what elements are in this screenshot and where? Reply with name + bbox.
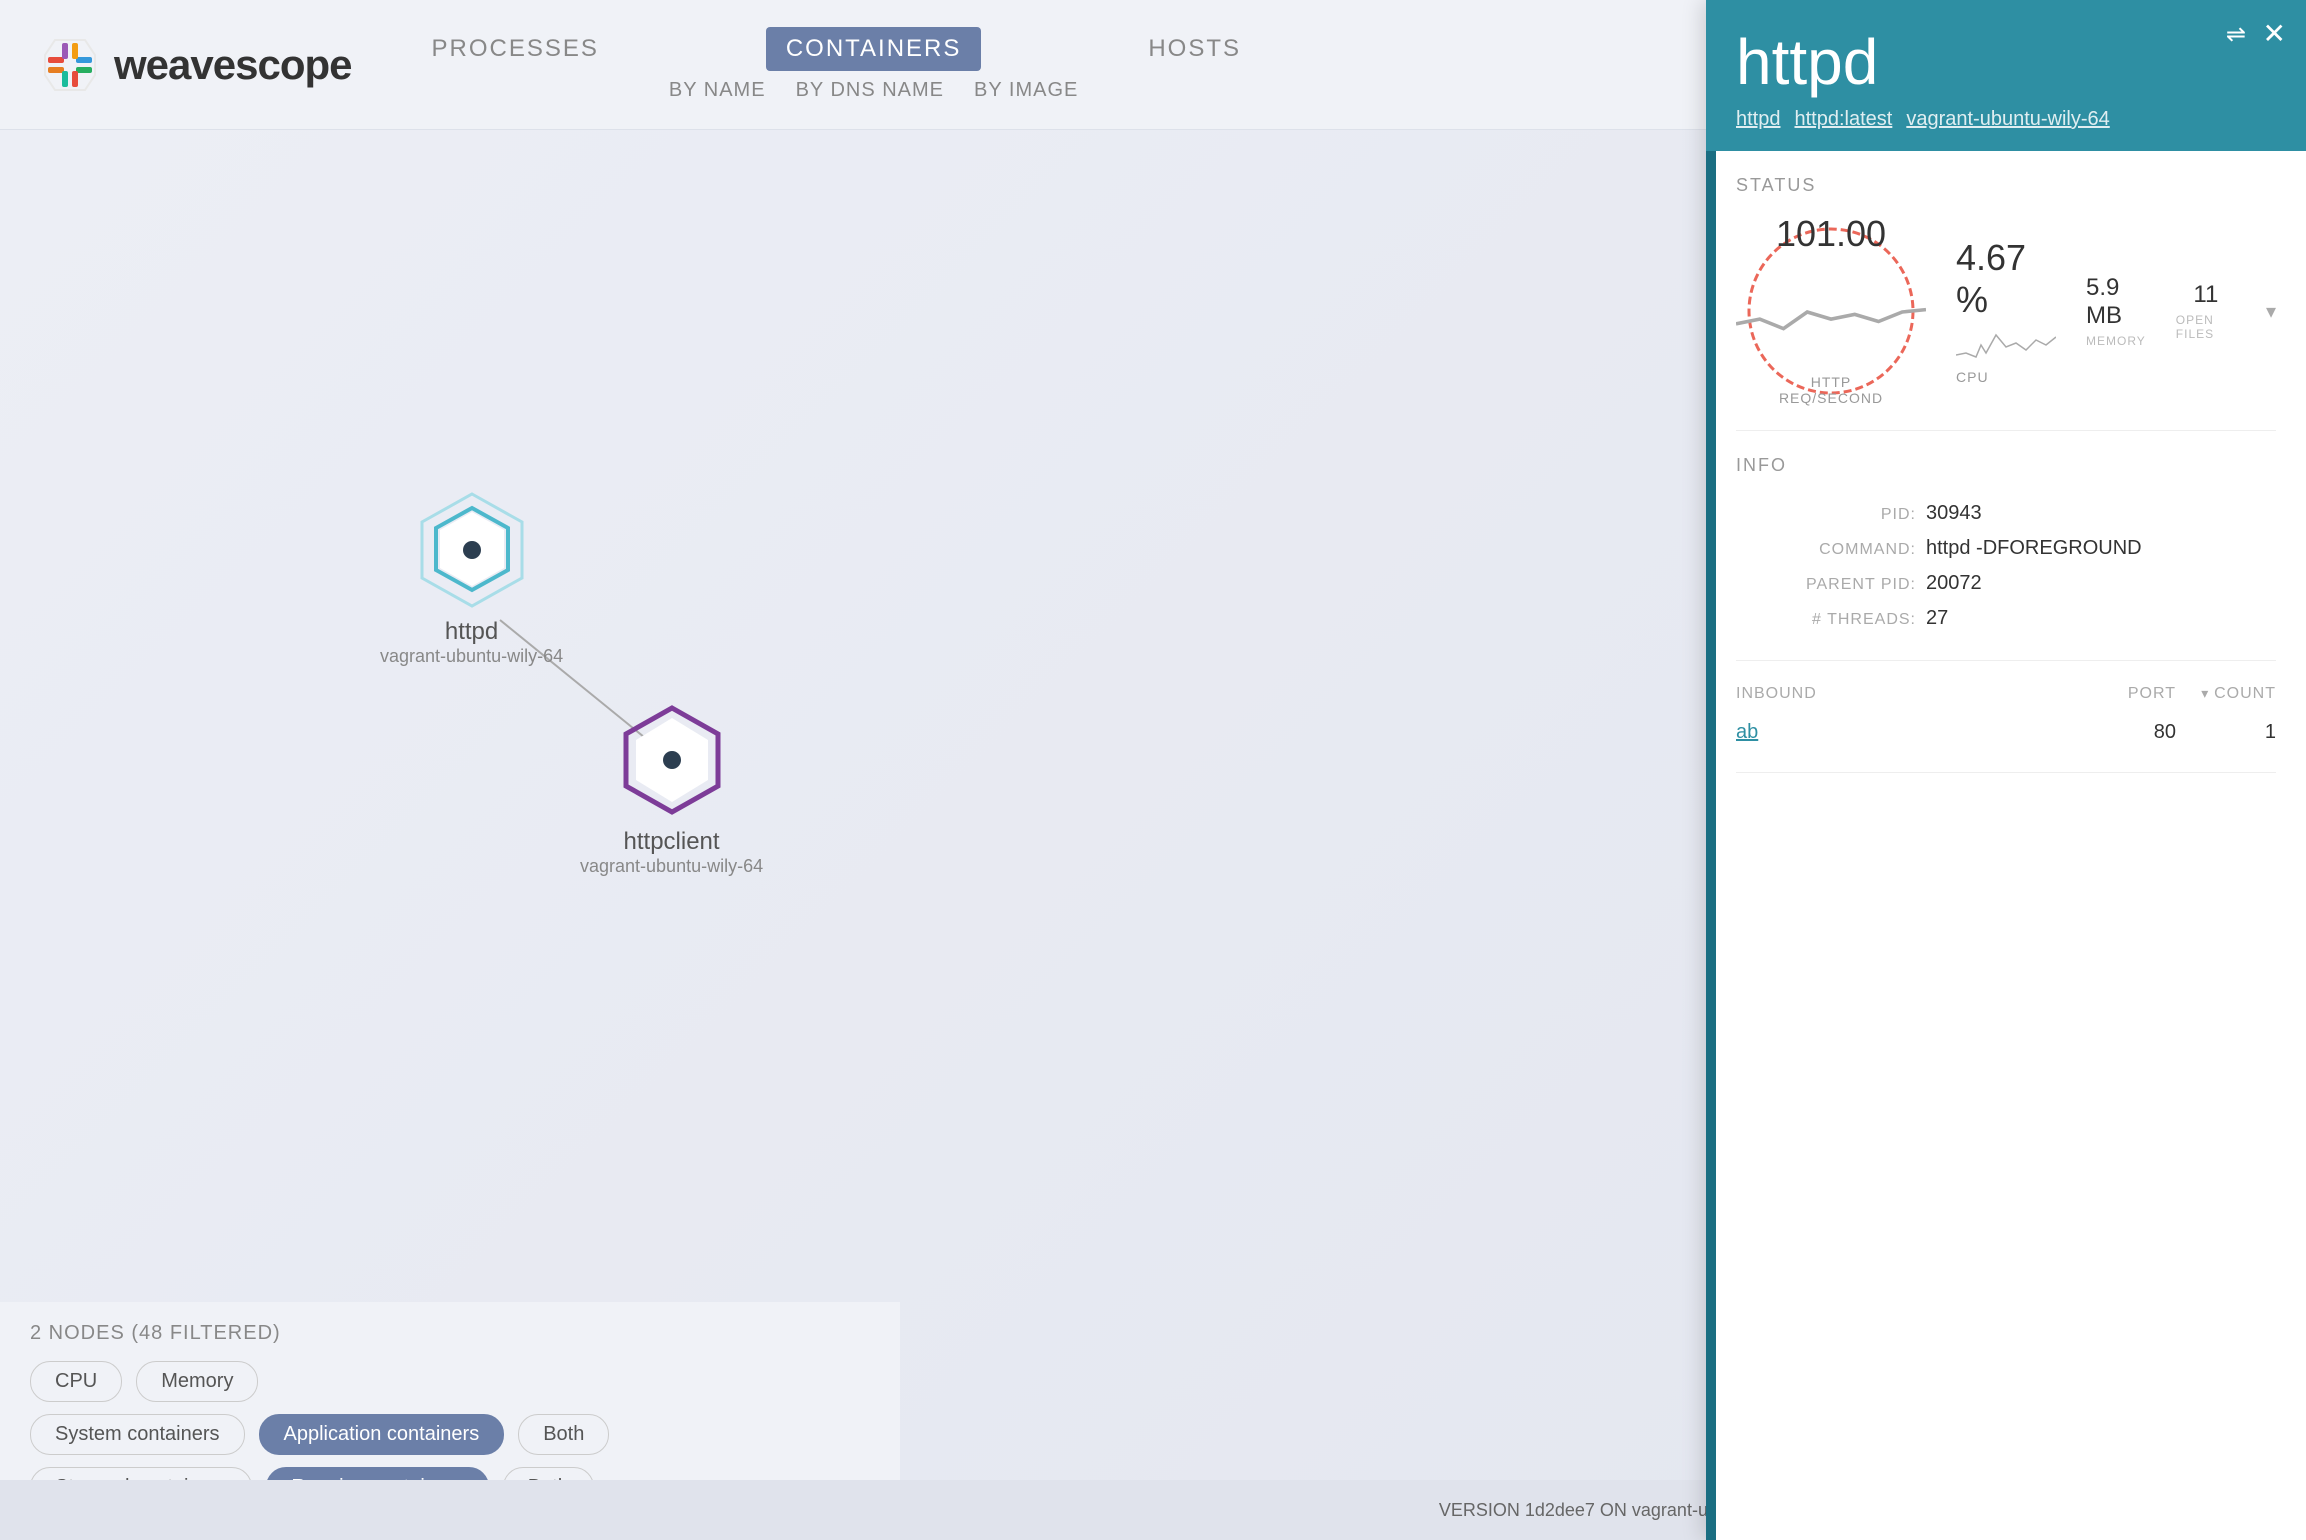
cpu-sparkline [1956, 325, 2056, 365]
info-section: INFO PID: 30943 COMMAND: httpd -DFOREGRO… [1736, 431, 2276, 661]
status-section: STATUS 101.00 [1736, 151, 2276, 431]
inbound-header: INBOUND PORT ▾ COUNT [1736, 685, 2276, 703]
port-label: PORT [2076, 685, 2176, 703]
pid-key: PID: [1736, 506, 1916, 524]
node-httpclient[interactable]: httpclient vagrant-ubuntu-wily-64 [580, 700, 763, 877]
inbound-label: INBOUND [1736, 685, 2076, 703]
open-files-label: OPEN FILES [2176, 313, 2236, 341]
panel-title: httpd [1736, 30, 2276, 94]
info-parent-pid-row: PARENT PID: 20072 [1736, 566, 2276, 601]
status-metrics: 101.00 HTTP REQ/SECOND 4.67 [1736, 216, 2276, 406]
httpclient-label: httpclient [624, 828, 720, 856]
panel-tag-httpd[interactable]: httpd [1736, 108, 1780, 131]
httpclient-sublabel: vagrant-ubuntu-wily-64 [580, 856, 763, 877]
inbound-row: ab 80 1 [1736, 717, 2276, 748]
inbound-section: INBOUND PORT ▾ COUNT ab 80 1 [1736, 661, 2276, 773]
filter-memory[interactable]: Memory [136, 1361, 258, 1402]
memory-label: MEMORY [2086, 334, 2146, 348]
panel-tags: httpd httpd:latest vagrant-ubuntu-wily-6… [1736, 108, 2276, 131]
panel-tag-httpd-latest[interactable]: httpd:latest [1794, 108, 1892, 131]
threads-value: 27 [1926, 607, 1948, 630]
filter-both-type[interactable]: Both [518, 1414, 609, 1455]
httpd-dot [463, 541, 481, 559]
httpd-hex[interactable] [412, 490, 532, 610]
nav-sub-by-dns[interactable]: BY DNS NAME [796, 79, 944, 102]
dropdown-arrow[interactable]: ▾ [2266, 299, 2276, 324]
info-label: INFO [1736, 455, 2276, 476]
cpu-metric: 4.67 % CPU [1956, 237, 2056, 385]
inbound-port: 80 [2076, 721, 2176, 744]
count-label: ▾ COUNT [2176, 685, 2276, 703]
info-threads-row: # THREADS: 27 [1736, 601, 2276, 636]
panel-accent [1706, 0, 1716, 1540]
detail-panel: httpd httpd httpd:latest vagrant-ubuntu-… [1706, 0, 2306, 1540]
info-table: PID: 30943 COMMAND: httpd -DFOREGROUND P… [1736, 496, 2276, 636]
nav-hosts[interactable]: HOSTS [1128, 27, 1261, 71]
status-label: STATUS [1736, 175, 2276, 196]
httpd-label: httpd [445, 618, 498, 646]
memory-metric: 5.9 MB MEMORY [2086, 274, 2146, 348]
httpd-sublabel: vagrant-ubuntu-wily-64 [380, 646, 563, 667]
expand-icon[interactable]: ⇌ [2226, 20, 2246, 49]
node-httpd[interactable]: httpd vagrant-ubuntu-wily-64 [380, 490, 563, 667]
nav-processes[interactable]: PROCESSES [412, 27, 619, 71]
nav-containers[interactable]: CONTAINERS BY NAME BY DNS NAME BY IMAGE [669, 27, 1078, 102]
nav-sub-by-name[interactable]: BY NAME [669, 79, 766, 102]
http-value: 101.00 [1776, 216, 1886, 252]
panel-tag-host[interactable]: vagrant-ubuntu-wily-64 [1906, 108, 2109, 131]
threads-key: # THREADS: [1736, 611, 1916, 629]
nodes-count: 2 NODES (48 FILTERED) [30, 1322, 870, 1345]
nav-sub-by-image[interactable]: BY IMAGE [974, 79, 1078, 102]
command-value: httpd -DFOREGROUND [1926, 537, 2142, 560]
httpclient-dot [663, 751, 681, 769]
filter-row-type: System containers Application containers… [30, 1414, 870, 1455]
info-pid-row: PID: 30943 [1736, 496, 2276, 531]
filter-application[interactable]: Application containers [259, 1414, 505, 1455]
http-name: HTTP REQ/SECOND [1779, 374, 1883, 406]
open-files-metric: 11 OPEN FILES [2176, 281, 2236, 341]
nav-containers-sub: BY NAME BY DNS NAME BY IMAGE [669, 79, 1078, 102]
close-icon[interactable]: ✕ [2263, 20, 2286, 48]
pid-value: 30943 [1926, 502, 1982, 525]
parent-pid-key: PARENT PID: [1736, 576, 1916, 594]
inbound-link-ab[interactable]: ab [1736, 721, 2076, 744]
graph-canvas[interactable]: httpd vagrant-ubuntu-wily-64 httpclient … [0, 130, 1816, 1540]
command-key: COMMAND: [1736, 541, 1916, 559]
filter-cpu[interactable]: CPU [30, 1361, 122, 1402]
cpu-value: 4.67 % [1956, 237, 2056, 321]
logo: weavescope [40, 35, 352, 95]
parent-pid-value: 20072 [1926, 572, 1982, 595]
info-command-row: COMMAND: httpd -DFOREGROUND [1736, 531, 2276, 566]
httpclient-hex[interactable] [612, 700, 732, 820]
filter-row-metrics: CPU Memory [30, 1361, 870, 1402]
http-sparkline [1736, 252, 1926, 372]
nav: PROCESSES CONTAINERS BY NAME BY DNS NAME… [412, 27, 1262, 102]
logo-text: weavescope [114, 41, 352, 89]
panel-header: httpd httpd httpd:latest vagrant-ubuntu-… [1706, 0, 2306, 151]
open-files-value: 11 [2193, 281, 2218, 309]
logo-icon [40, 35, 100, 95]
filter-system[interactable]: System containers [30, 1414, 245, 1455]
cpu-label: CPU [1956, 369, 1989, 385]
http-gauge: 101.00 HTTP REQ/SECOND [1736, 216, 1926, 406]
inbound-count: 1 [2176, 721, 2276, 744]
memory-value: 5.9 MB [2086, 274, 2146, 330]
panel-body: STATUS 101.00 [1706, 151, 2306, 1540]
